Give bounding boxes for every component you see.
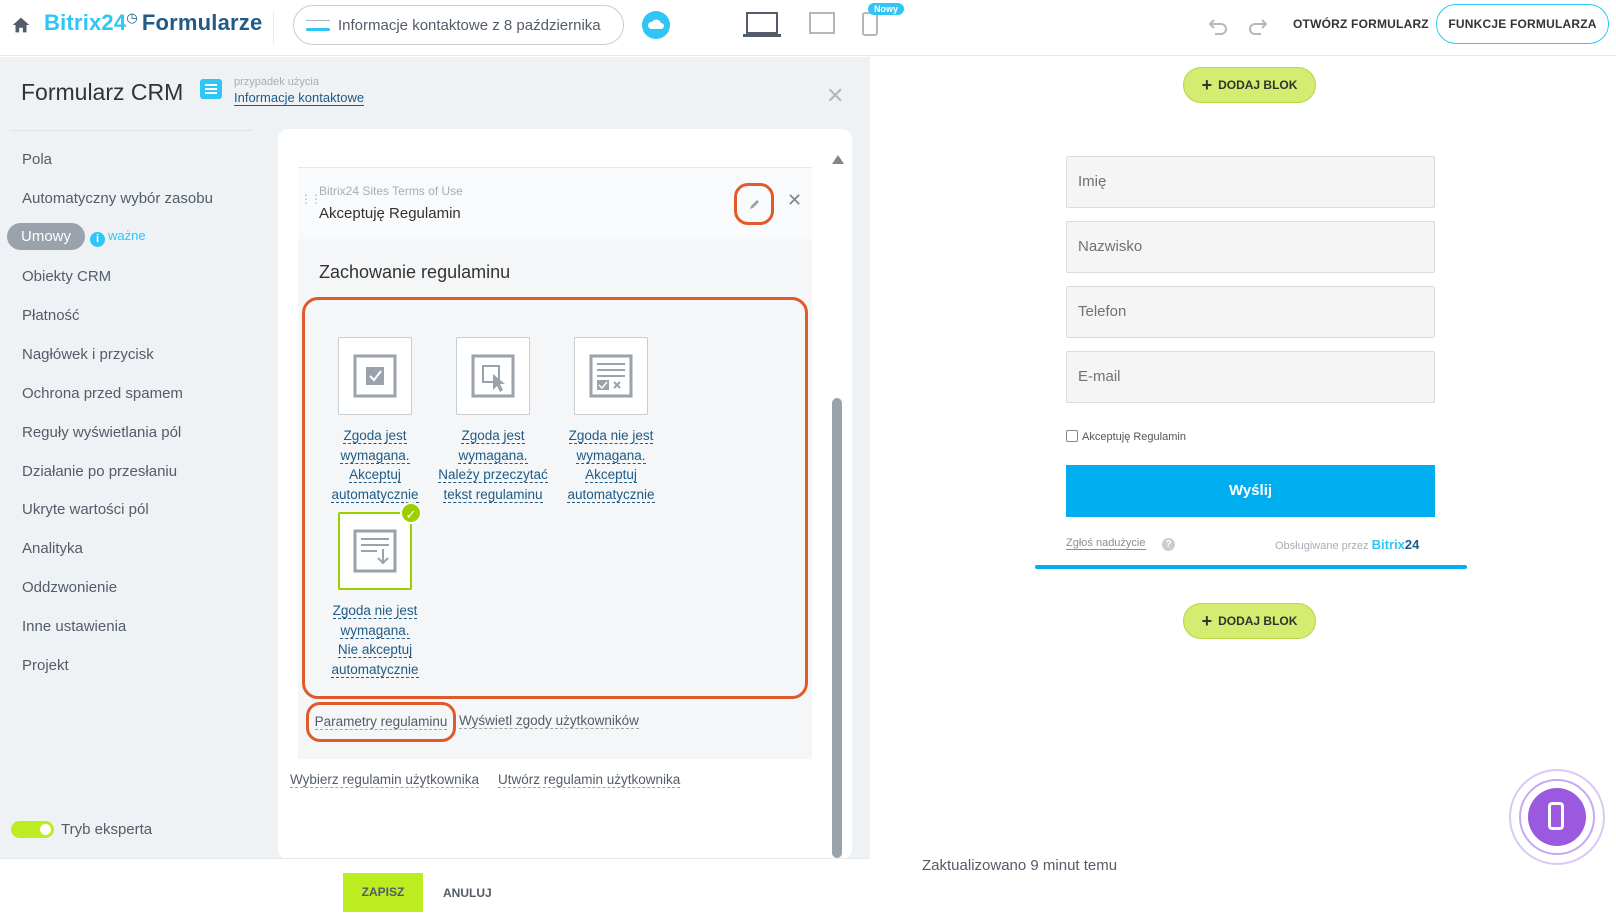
tablet-view-icon[interactable] bbox=[809, 12, 835, 34]
sidebar-item-hidden-values[interactable]: Ukryte wartości pól bbox=[22, 501, 149, 518]
form-preview: + DODAJ BLOK Imię Nazwisko Telefon E-mail… bbox=[870, 57, 1616, 915]
agreement-name: Akceptuję Regulamin bbox=[319, 205, 461, 222]
scroll-thumb[interactable] bbox=[832, 398, 842, 858]
cursor-click-icon bbox=[456, 337, 530, 415]
sidebar-item-crm-objects[interactable]: Obiekty CRM bbox=[22, 268, 111, 285]
use-case-link[interactable]: Informacje kontaktowe bbox=[234, 90, 365, 106]
sidebar-item-analytics[interactable]: Analityka bbox=[22, 540, 83, 557]
checkbox-icon[interactable] bbox=[1066, 430, 1078, 442]
add-block-button-bottom[interactable]: + DODAJ BLOK bbox=[1183, 603, 1316, 639]
sidebar-item-other-settings[interactable]: Inne ustawienia bbox=[22, 618, 126, 635]
document-download-icon: ✓ bbox=[338, 502, 422, 590]
agreement-field-row: ⋮⋮ Bitrix24 Sites Terms of Use Akceptuję… bbox=[298, 167, 812, 239]
plus-icon: + bbox=[1201, 75, 1213, 95]
sidebar-item-spam-protection[interactable]: Ochrona przed spamem bbox=[22, 385, 183, 402]
open-form-button[interactable]: OTWÓRZ FORMULARZ bbox=[1293, 17, 1429, 31]
info-icon: i bbox=[90, 232, 105, 247]
top-bar: Bitrix24◷ Formularze Informacje kontaktow… bbox=[0, 0, 1616, 56]
phone-input[interactable]: Telefon bbox=[1066, 286, 1435, 338]
settings-panel: Formularz CRM przypadek użycia Informacj… bbox=[0, 57, 870, 872]
agreement-behavior-section: Zachowanie regulaminu Zgoda jest wymagana… bbox=[298, 239, 812, 759]
redo-icon[interactable] bbox=[1247, 14, 1269, 36]
panel-title: Formularz CRM bbox=[21, 79, 184, 105]
checkbox-icon bbox=[338, 337, 412, 415]
cancel-button[interactable]: ANULUJ bbox=[443, 886, 492, 900]
updated-status: Zaktualizowano 9 minut temu bbox=[922, 857, 1118, 874]
header-divider bbox=[273, 12, 274, 44]
new-badge: Nowy bbox=[868, 3, 905, 15]
sidebar-item-fields[interactable]: Pola bbox=[22, 151, 52, 168]
expert-mode[interactable]: Tryb eksperta bbox=[11, 821, 152, 839]
last-name-input[interactable]: Nazwisko bbox=[1066, 221, 1435, 273]
nav-divider bbox=[10, 130, 252, 131]
important-badge[interactable]: i ważne bbox=[90, 228, 146, 247]
form-name-field[interactable]: Informacje kontaktowe z 8 października bbox=[293, 5, 624, 45]
remove-icon[interactable]: ✕ bbox=[787, 190, 802, 211]
choose-agreement-link[interactable]: Wybierz regulamin użytkownika bbox=[290, 772, 479, 788]
email-input[interactable]: E-mail bbox=[1066, 351, 1435, 403]
mobile-preview-button[interactable] bbox=[1509, 769, 1605, 865]
submit-button[interactable]: Wyślij bbox=[1066, 465, 1435, 517]
sidebar-item-auto-resource[interactable]: Automatyczny wybór zasobu bbox=[22, 190, 213, 207]
sidebar-item-agreements[interactable]: Umowy bbox=[7, 223, 86, 250]
first-name-input[interactable]: Imię bbox=[1066, 156, 1435, 208]
sidebar-item-after-submit[interactable]: Działanie po przesłaniu bbox=[22, 463, 177, 480]
sidebar-item-design[interactable]: Projekt bbox=[22, 657, 69, 674]
undo-icon[interactable] bbox=[1207, 14, 1229, 36]
pencil-icon bbox=[750, 200, 759, 209]
powered-by: Obsługiwane przez Bitrix24 bbox=[1275, 537, 1420, 552]
clock-icon: ◷ bbox=[126, 10, 138, 25]
add-block-button-top[interactable]: + DODAJ BLOK bbox=[1183, 67, 1316, 103]
drag-handle-icon[interactable]: ⋮⋮ bbox=[300, 193, 322, 205]
document-icon bbox=[200, 79, 222, 99]
form-functions-button[interactable]: FUNKCJE FORMULARZA bbox=[1436, 4, 1609, 44]
sidebar-item-payment[interactable]: Płatność bbox=[22, 307, 80, 324]
form-name-text: Informacje kontaktowe z 8 października bbox=[338, 17, 601, 34]
help-icon[interactable]: ? bbox=[1162, 538, 1175, 551]
app-logo: Bitrix24◷ Formularze bbox=[44, 10, 263, 35]
selected-check-icon: ✓ bbox=[400, 502, 422, 524]
sidebar-item-callback[interactable]: Oddzwonienie bbox=[22, 579, 117, 596]
laptop-view-icon[interactable] bbox=[743, 12, 781, 38]
edit-button[interactable] bbox=[734, 183, 774, 225]
agreement-params-link[interactable]: Parametry regulaminu bbox=[306, 702, 456, 742]
view-consents-link[interactable]: Wyświetl zgody użytkowników bbox=[459, 713, 639, 729]
expert-mode-toggle[interactable] bbox=[11, 821, 54, 839]
consent-checkbox[interactable]: Akceptuję Regulamin bbox=[1066, 430, 1186, 443]
use-case-label: przypadek użycia bbox=[234, 76, 319, 88]
footer-bar: ZAPISZ ANULUJ bbox=[0, 858, 870, 915]
agreement-source: Bitrix24 Sites Terms of Use bbox=[319, 184, 463, 198]
option-optional-auto[interactable]: Zgoda nie jest wymagana. Akceptuj automatyc… bbox=[541, 337, 681, 504]
sidebar-item-display-rules[interactable]: Reguły wyświetlania pól bbox=[22, 424, 181, 441]
phone-view-icon[interactable] bbox=[862, 12, 878, 36]
scrollbar[interactable] bbox=[830, 155, 844, 872]
form-icon bbox=[306, 20, 330, 26]
mobile-phone-icon bbox=[1528, 788, 1586, 846]
document-check-icon bbox=[574, 337, 648, 415]
sidebar-item-header-button[interactable]: Nagłówek i przycisk bbox=[22, 346, 154, 363]
save-button[interactable]: ZAPISZ bbox=[343, 873, 423, 912]
agreement-card: ⋮⋮ Bitrix24 Sites Terms of Use Akceptuję… bbox=[278, 129, 852, 859]
close-icon[interactable]: ✕ bbox=[826, 83, 844, 109]
cloud-save-icon[interactable] bbox=[642, 11, 670, 39]
scroll-up-icon[interactable] bbox=[832, 155, 844, 164]
report-abuse-link[interactable]: Zgłoś nadużycie bbox=[1066, 537, 1146, 550]
behavior-title: Zachowanie regulaminu bbox=[319, 262, 511, 282]
home-icon[interactable] bbox=[10, 14, 32, 36]
plus-icon: + bbox=[1201, 611, 1213, 631]
option-optional-manual[interactable]: ✓ Zgoda nie jest wymagana. Nie akceptuj aut… bbox=[305, 502, 445, 679]
create-agreement-link[interactable]: Utwórz regulamin użytkownika bbox=[498, 772, 681, 788]
form-bottom-border bbox=[1035, 565, 1467, 569]
behavior-options: Zgoda jest wymagana. Akceptuj automatycznie… bbox=[302, 297, 808, 699]
